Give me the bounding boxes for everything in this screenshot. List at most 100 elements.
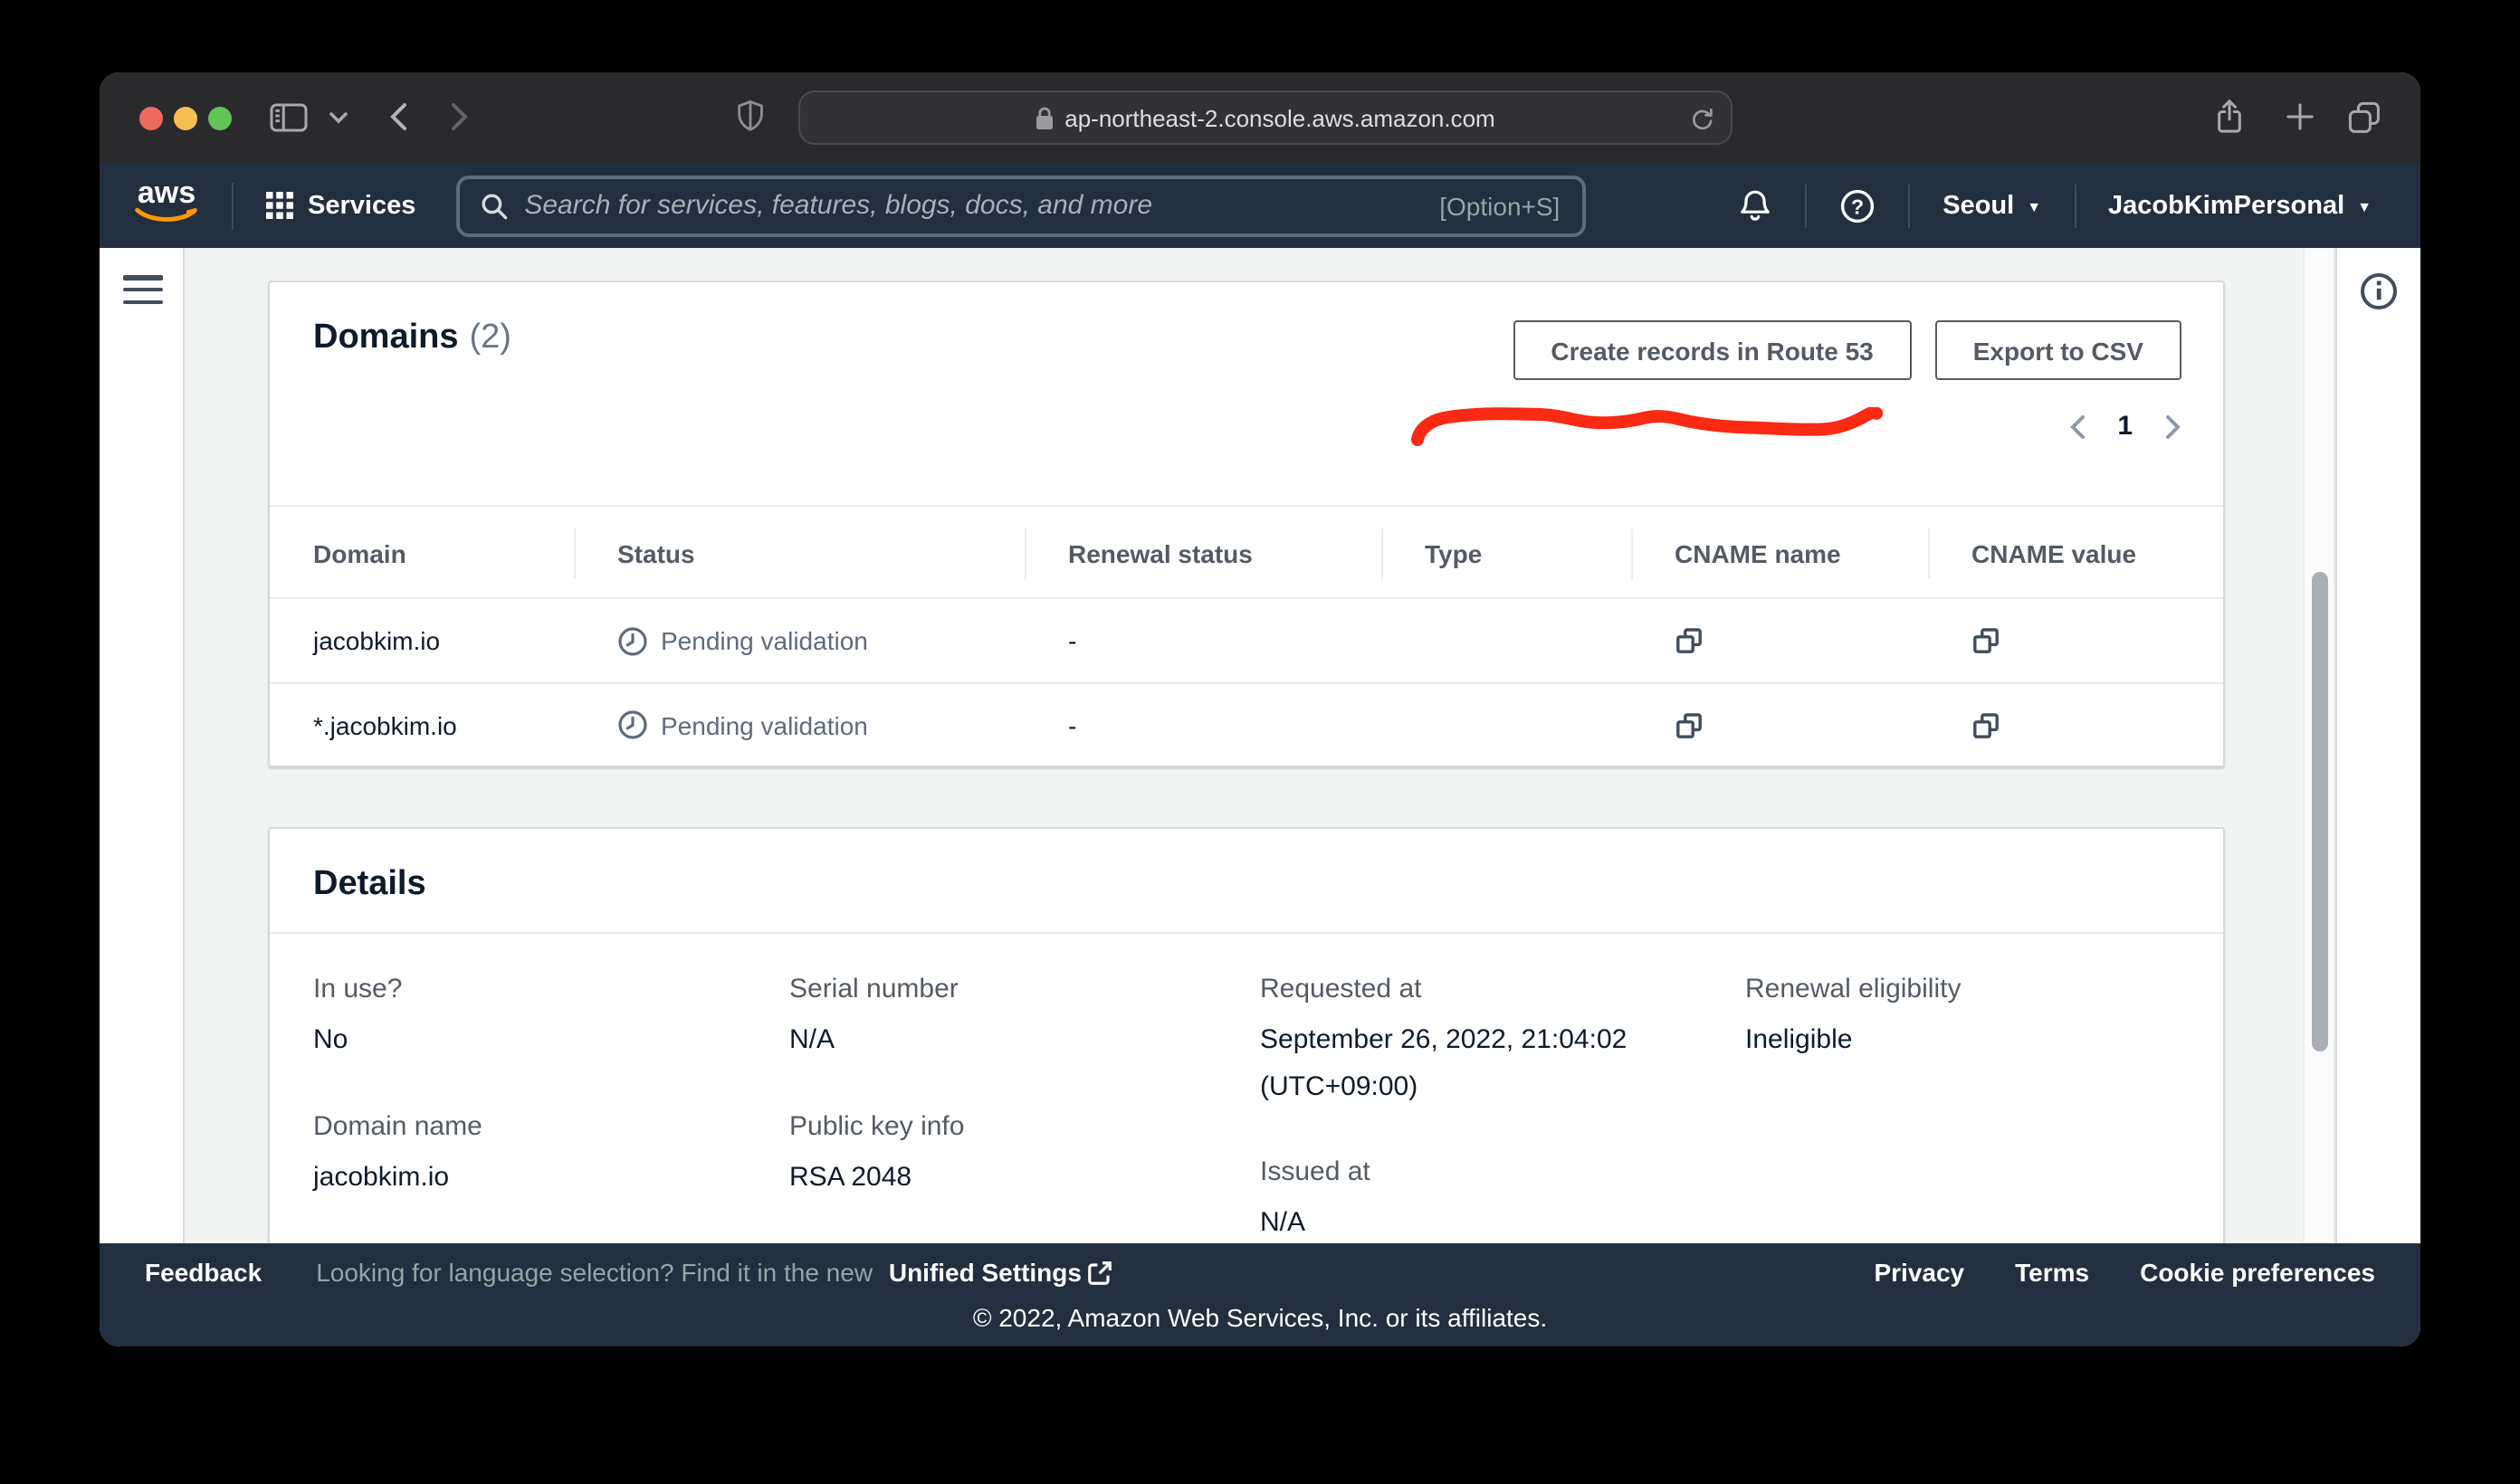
field-label: Serial number	[789, 974, 1260, 1004]
privacy-link[interactable]: Privacy	[1874, 1258, 1964, 1287]
aws-logo[interactable]: aws	[130, 177, 203, 226]
column-header-renewal-status: Renewal status	[1025, 507, 1381, 601]
account-menu[interactable]: JacobKimPersonal ▼	[2108, 191, 2372, 220]
caret-down-icon: ▼	[2357, 200, 2372, 214]
question-circle-icon: ?	[1839, 187, 1876, 224]
svg-text:?: ?	[1851, 194, 1864, 217]
detail-field: Domain name jacobkim.io	[313, 1110, 789, 1200]
zoom-window-button[interactable]	[207, 106, 231, 129]
privacy-shield-icon[interactable]	[737, 100, 764, 134]
field-value: September 26, 2022, 21:04:02 (UTC+09:00)	[1260, 1017, 1745, 1109]
renewal-status-cell: -	[1025, 626, 1381, 655]
field-value: RSA 2048	[789, 1154, 1260, 1200]
address-bar[interactable]: ap-northeast-2.console.aws.amazon.com	[798, 90, 1732, 145]
field-label: Public key info	[789, 1110, 1260, 1141]
status-cell: Pending validation	[574, 709, 1025, 740]
region-selector[interactable]: Seoul ▼	[1942, 191, 2041, 220]
new-tab-icon[interactable]	[2286, 103, 2314, 130]
table-row: jacobkim.io Pending validation -	[270, 599, 2223, 682]
account-label: JacobKimPersonal	[2108, 191, 2344, 220]
grid-icon	[266, 192, 293, 219]
copy-cname-name-button[interactable]	[1675, 626, 1704, 655]
copy-cname-name-button[interactable]	[1675, 710, 1704, 739]
language-selection-text: Looking for language selection? Find it …	[316, 1258, 1114, 1287]
current-page-number[interactable]: 1	[2117, 411, 2133, 442]
field-label: In use?	[313, 974, 789, 1004]
detail-field: Requested at September 26, 2022, 21:04:0…	[1260, 974, 1745, 1109]
column-header-status: Status	[574, 507, 1025, 601]
scrollbar-thumb[interactable]	[2312, 572, 2328, 1051]
cookie-preferences-link[interactable]: Cookie preferences	[2140, 1258, 2375, 1287]
caret-down-icon: ▼	[2027, 200, 2041, 214]
nav-divider	[1805, 184, 1807, 227]
unified-settings-label: Unified Settings	[889, 1258, 1082, 1287]
detail-field: Public key info RSA 2048	[789, 1110, 1260, 1200]
browser-titlebar: ap-northeast-2.console.aws.amazon.com	[100, 72, 2420, 163]
copy-cname-value-button[interactable]	[1971, 626, 2000, 655]
field-value: Ineligible	[1745, 1017, 2225, 1063]
help-button[interactable]: ?	[1839, 187, 1876, 224]
services-label: Services	[308, 191, 415, 220]
sidebar-toggle-icon[interactable]	[270, 103, 308, 132]
field-value: jacobkim.io	[313, 1154, 789, 1200]
column-header-cname-value: CNAME value	[1928, 507, 2227, 601]
column-header-type: Type	[1381, 507, 1631, 601]
renewal-status-cell: -	[1025, 710, 1381, 739]
console-content: Domains (2) Create records in Route 53 Ex…	[100, 248, 2420, 1243]
external-link-icon	[1087, 1259, 1114, 1286]
forward-button[interactable]	[451, 103, 469, 130]
nav-divider	[232, 182, 234, 229]
aws-nav-bar: aws Services Search for servi	[100, 163, 2420, 248]
chevron-down-icon[interactable]	[329, 112, 348, 125]
detail-field: Renewal eligibility Ineligible	[1745, 974, 2225, 1063]
details-card: Details In use? No Domain name jacobkim.…	[268, 827, 2225, 1243]
export-to-csv-button[interactable]: Export to CSV	[1935, 320, 2181, 380]
copy-icon	[1675, 626, 1704, 655]
copy-icon	[1971, 626, 2000, 655]
domains-table-header: Domain Status Renewal status Type CNAME …	[270, 505, 2223, 599]
region-label: Seoul	[1942, 191, 2014, 220]
domains-card-title: Domains (2)	[313, 319, 511, 358]
minimize-window-button[interactable]	[174, 106, 197, 129]
hamburger-menu-icon[interactable]	[123, 275, 163, 312]
tab-overview-icon[interactable]	[2348, 101, 2381, 134]
notifications-bell-button[interactable]	[1738, 188, 1772, 223]
status-cell: Pending validation	[574, 625, 1025, 656]
clock-pending-icon	[617, 625, 648, 656]
unified-settings-link[interactable]: Unified Settings	[889, 1258, 1114, 1287]
feedback-link[interactable]: Feedback	[145, 1258, 262, 1287]
field-value: No	[313, 1017, 789, 1063]
column-header-domain: Domain	[270, 507, 574, 601]
domains-card-header: Domains (2) Create records in Route 53 Ex…	[270, 282, 2223, 505]
close-window-button[interactable]	[139, 106, 163, 129]
next-page-icon[interactable]	[2163, 414, 2183, 439]
domains-title-text: Domains	[313, 319, 459, 357]
share-icon[interactable]	[2214, 98, 2245, 136]
search-input[interactable]: Search for services, features, blogs, do…	[455, 175, 1585, 236]
field-label: Domain name	[313, 1110, 789, 1141]
clock-pending-icon	[617, 709, 648, 740]
side-nav-collapsed	[100, 248, 185, 1243]
info-icon[interactable]	[2359, 271, 2399, 311]
copyright-text: © 2022, Amazon Web Services, Inc. or its…	[100, 1303, 2420, 1332]
domain-cell: *.jacobkim.io	[270, 710, 574, 739]
field-value: N/A	[1260, 1200, 1745, 1243]
column-header-cname-name: CNAME name	[1631, 507, 1928, 601]
domains-count: (2)	[470, 319, 511, 357]
terms-link[interactable]: Terms	[2015, 1258, 2089, 1287]
language-text: Looking for language selection? Find it …	[316, 1258, 873, 1287]
url-text: ap-northeast-2.console.aws.amazon.com	[1064, 104, 1494, 131]
reload-icon[interactable]	[1689, 104, 1714, 131]
status-text: Pending validation	[661, 710, 868, 739]
help-panel-collapsed	[2335, 248, 2420, 1243]
field-label: Requested at	[1260, 974, 1745, 1004]
back-button[interactable]	[389, 103, 407, 130]
services-menu-button[interactable]: Services	[266, 191, 415, 220]
previous-page-icon[interactable]	[2067, 414, 2086, 439]
status-text: Pending validation	[661, 626, 868, 655]
domains-card: Domains (2) Create records in Route 53 Ex…	[268, 281, 2225, 767]
nav-divider	[2074, 184, 2076, 227]
pagination: 1	[2067, 411, 2183, 442]
create-records-route53-button[interactable]: Create records in Route 53	[1513, 320, 1911, 380]
copy-cname-value-button[interactable]	[1971, 710, 2000, 739]
